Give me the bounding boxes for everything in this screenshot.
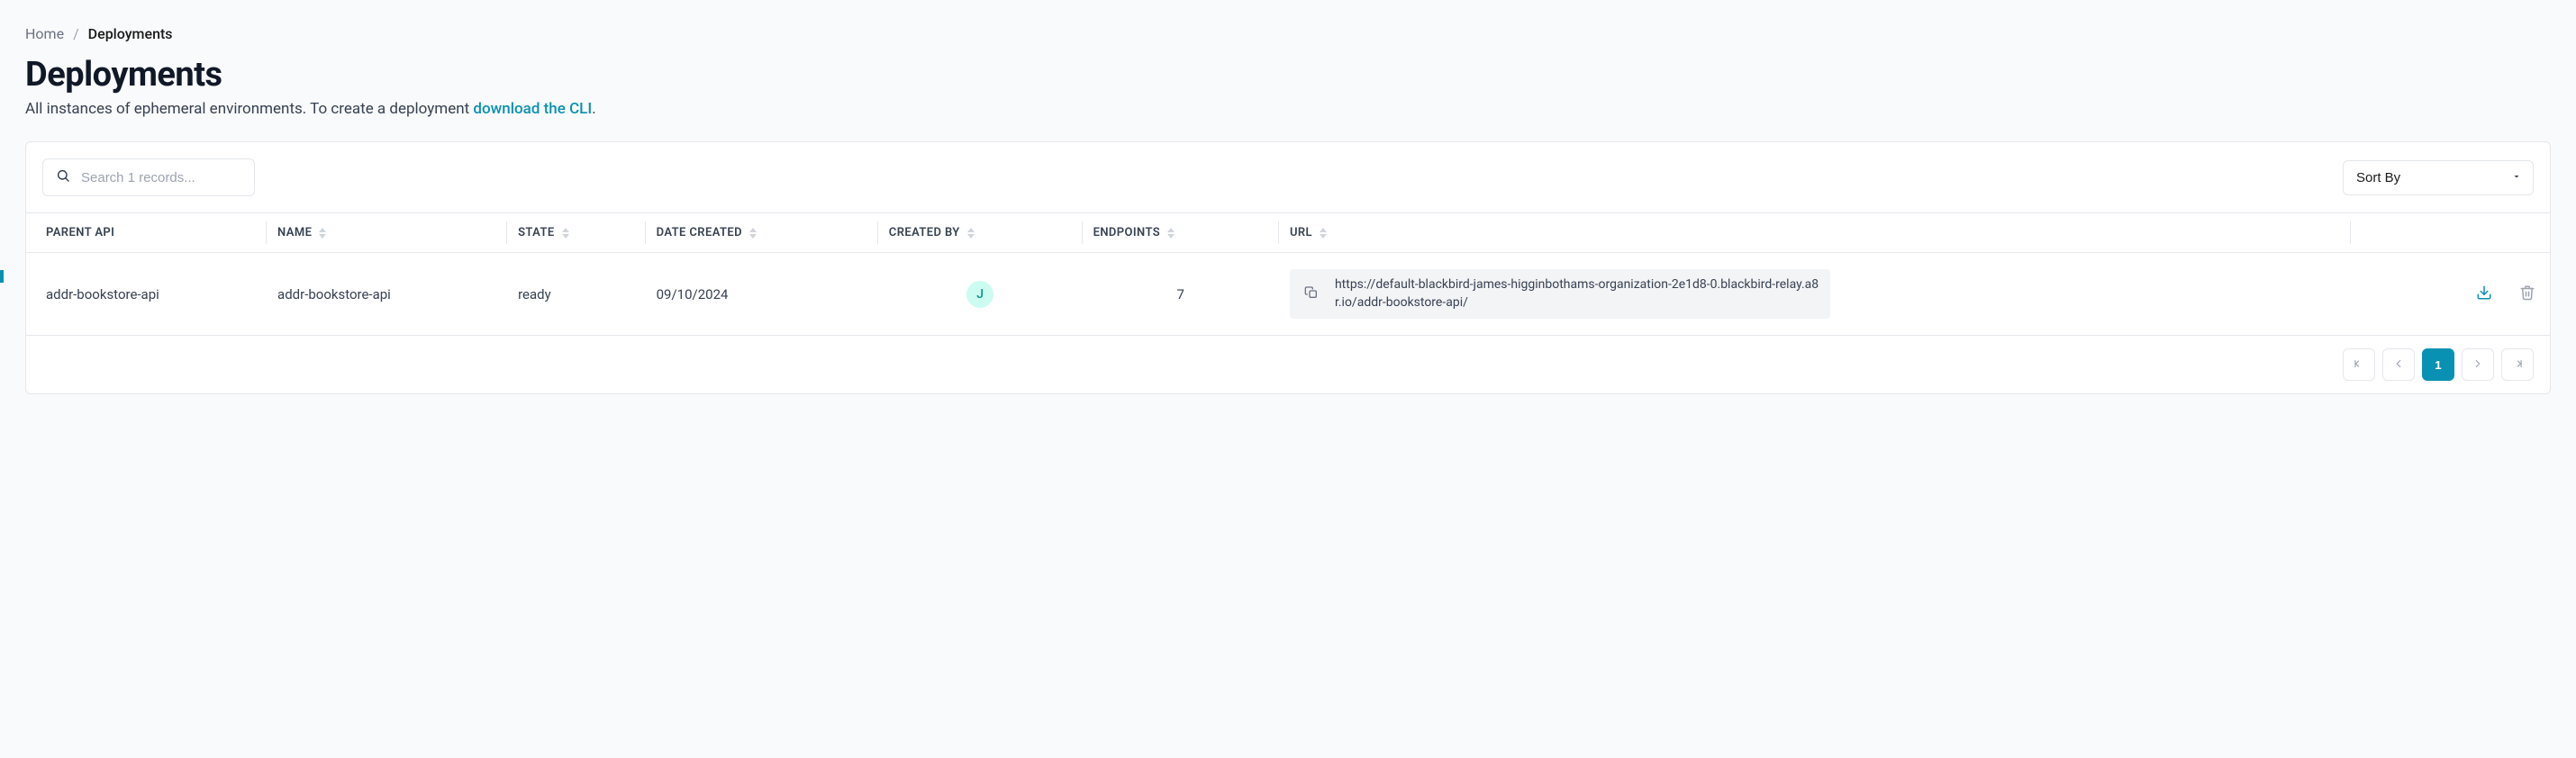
cell-url: https://default-blackbird-james-higginbo… [1279,253,2351,336]
col-created-by[interactable]: CREATED BY [878,213,1083,253]
last-page-icon [2511,357,2524,373]
col-name-label: NAME [277,226,312,239]
download-cli-link[interactable]: download the CLI [473,100,592,118]
cell-state: ready [507,253,646,336]
cell-endpoints: 7 [1083,253,1279,336]
page-title: Deployments [25,55,2551,95]
col-date-created-label: DATE CREATED [657,226,742,239]
breadcrumb-current: Deployments [88,25,173,42]
page-subtitle: All instances of ephemeral environments.… [25,100,2551,118]
sort-by-label: Sort By [2356,170,2400,185]
cell-parent-api: addr-bookstore-api [26,253,267,336]
search-icon [56,168,70,186]
sort-icon [562,228,569,239]
search-input[interactable] [79,169,262,186]
left-accent-bar [0,270,4,283]
sort-icon [1167,228,1175,239]
first-page-icon [2353,357,2365,373]
col-actions [2351,213,2550,253]
cell-actions [2351,253,2550,336]
copy-icon [1304,285,1319,302]
pagination: 1 [26,336,2550,393]
col-endpoints-label: ENDPOINTS [1093,226,1160,239]
prev-page-button[interactable] [2382,348,2415,381]
deployments-panel: Sort By PARENT API NAME [25,141,2551,394]
col-parent-api[interactable]: PARENT API [26,213,267,253]
col-created-by-label: CREATED BY [889,226,960,239]
page-number-button[interactable]: 1 [2422,348,2454,381]
cell-name: addr-bookstore-api [267,253,507,336]
sort-icon [1320,228,1327,239]
chevron-left-icon [2392,357,2405,373]
download-button[interactable] [2472,281,2496,307]
sort-icon [749,228,757,239]
cell-date-created: 09/10/2024 [646,253,878,336]
subtitle-suffix: . [592,100,595,118]
col-name[interactable]: NAME [267,213,507,253]
cell-created-by: J [878,253,1083,336]
col-state[interactable]: STATE [507,213,646,253]
download-icon [2476,284,2492,303]
breadcrumb: Home / Deployments [25,25,2551,42]
col-date-created[interactable]: DATE CREATED [646,213,878,253]
first-page-button[interactable] [2343,348,2375,381]
search-container[interactable] [42,158,255,196]
sort-icon [319,228,326,239]
copy-url-button[interactable] [1301,282,1322,306]
sort-icon [967,228,975,239]
col-url[interactable]: URL [1279,213,2351,253]
col-state-label: STATE [518,226,555,239]
next-page-button[interactable] [2462,348,2494,381]
delete-button[interactable] [2516,281,2539,307]
breadcrumb-separator: / [73,25,79,42]
sort-by-dropdown[interactable]: Sort By [2343,160,2534,195]
chevron-down-icon [2511,170,2522,185]
table-row[interactable]: addr-bookstore-api addr-bookstore-api re… [26,253,2550,336]
breadcrumb-home[interactable]: Home [25,25,64,42]
subtitle-text: All instances of ephemeral environments.… [25,100,473,118]
avatar: J [966,281,993,308]
url-text: https://default-blackbird-james-higginbo… [1335,276,1819,311]
chevron-right-icon [2472,357,2484,373]
col-endpoints[interactable]: ENDPOINTS [1083,213,1279,253]
col-url-label: URL [1290,226,1312,239]
trash-icon [2519,284,2535,303]
deployments-table: PARENT API NAME STATE [26,212,2550,336]
last-page-button[interactable] [2501,348,2534,381]
col-parent-api-label: PARENT API [46,226,114,239]
